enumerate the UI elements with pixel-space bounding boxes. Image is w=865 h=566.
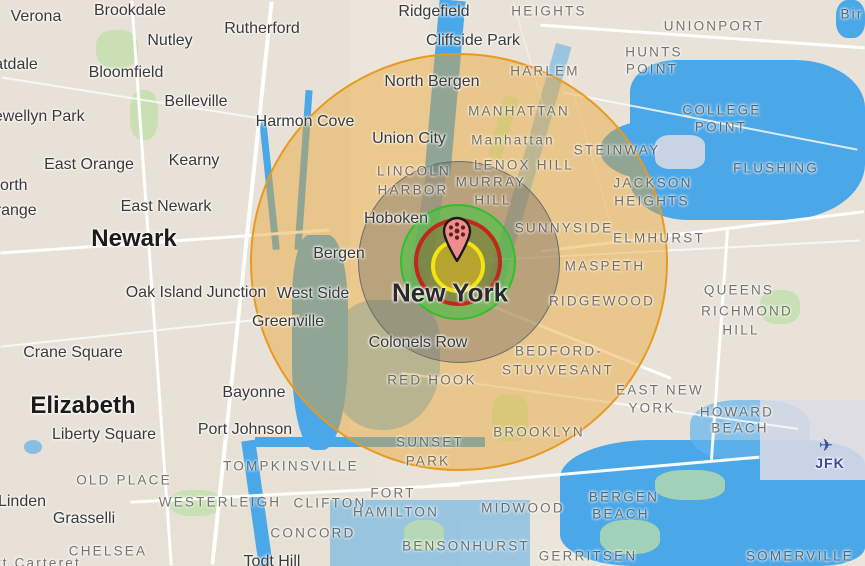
park-green-3 xyxy=(655,470,725,500)
water-marsh-1 xyxy=(836,0,865,38)
park-green-4 xyxy=(760,290,800,324)
park-green-5 xyxy=(170,490,220,516)
detonation-marker[interactable] xyxy=(440,216,474,264)
industrial-jfk xyxy=(760,400,865,480)
park-green-7 xyxy=(404,520,444,550)
park-green-6 xyxy=(600,520,660,554)
industrial-rikers xyxy=(655,135,705,169)
water-kill-van-kull xyxy=(255,437,485,447)
park-green-1 xyxy=(96,30,138,68)
water-pond-1 xyxy=(24,440,42,454)
airplane-icon: ✈ xyxy=(818,436,834,455)
radiation-pin-icon xyxy=(442,216,472,264)
park-prospect xyxy=(492,395,528,441)
water-newark-bay xyxy=(292,235,348,450)
map-canvas[interactable]: Newark Elizabeth New York Verona Brookdale Ru… xyxy=(0,0,865,566)
